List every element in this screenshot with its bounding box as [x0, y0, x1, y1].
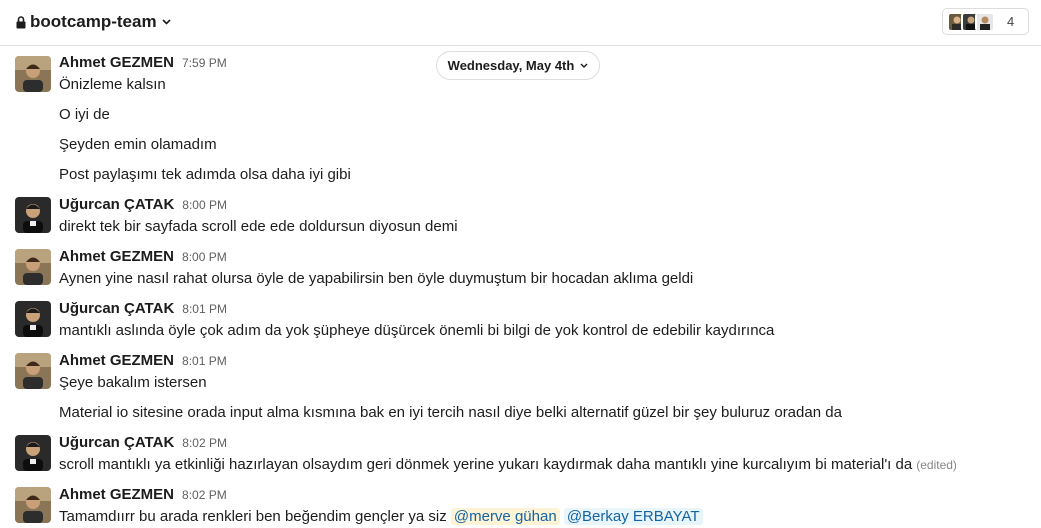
message-timestamp[interactable]: 8:02 PM [182, 488, 227, 502]
message-author[interactable]: Uğurcan ÇATAK 8:01 PM [59, 300, 227, 317]
message-timestamp[interactable]: 8:01 PM [182, 354, 227, 368]
message-text: direkt tek bir sayfada scroll ede ede do… [59, 218, 458, 235]
message-timestamp[interactable]: 7:59 PM [182, 56, 227, 70]
message-text: Önizleme kalsın [59, 76, 166, 93]
message-author[interactable]: Ahmet GEZMEN 8:02 PM [59, 486, 227, 503]
user-avatar[interactable] [15, 487, 51, 523]
message-text: Tamamdıırr bu arada renkleri ben beğendi… [59, 508, 703, 525]
message-author[interactable]: Ahmet GEZMEN 7:59 PM [59, 54, 227, 71]
edited-label: (edited) [916, 458, 957, 472]
user-avatar[interactable] [15, 435, 51, 471]
date-divider-label: Wednesday, May 4th [447, 58, 575, 73]
message-text: Aynen yine nasıl rahat olursa öyle de ya… [59, 270, 694, 287]
message-text: Post paylaşımı tek adımda olsa daha iyi … [59, 166, 351, 183]
message-timestamp[interactable]: 8:01 PM [182, 302, 227, 316]
message-text: Material io sitesine orada input alma kı… [59, 404, 842, 421]
message-timestamp[interactable]: 8:00 PM [182, 250, 227, 264]
message-timestamp[interactable]: 8:02 PM [182, 436, 227, 450]
message-text: scroll mantıklı ya etkinliği hazırlayan … [59, 456, 957, 473]
message-text: Şeyden emin olamadım [59, 136, 217, 153]
message-author[interactable]: Uğurcan ÇATAK 8:02 PM [59, 434, 227, 451]
user-avatar[interactable] [15, 353, 51, 389]
message-author[interactable]: Ahmet GEZMEN 8:00 PM [59, 248, 227, 265]
message-timestamp[interactable]: 8:00 PM [182, 198, 227, 212]
message-author[interactable]: Uğurcan ÇATAK 8:00 PM [59, 196, 227, 213]
user-avatar[interactable] [15, 301, 51, 337]
user-mention[interactable]: @merve gühan [450, 508, 560, 525]
message-text: mantıklı aslında öyle çok adım da yok şü… [59, 322, 775, 339]
user-mention[interactable]: @Berkay ERBAYAT [563, 508, 703, 525]
user-avatar[interactable] [15, 197, 51, 233]
message-text: O iyi de [59, 106, 110, 123]
user-avatar[interactable] [15, 56, 51, 92]
message-author[interactable]: Ahmet GEZMEN 8:01 PM [59, 352, 227, 369]
message-text: Şeye bakalım istersen [59, 374, 207, 391]
user-avatar[interactable] [15, 249, 51, 285]
chevron-down-icon [580, 63, 588, 68]
date-divider-button[interactable]: Wednesday, May 4th [436, 51, 600, 80]
